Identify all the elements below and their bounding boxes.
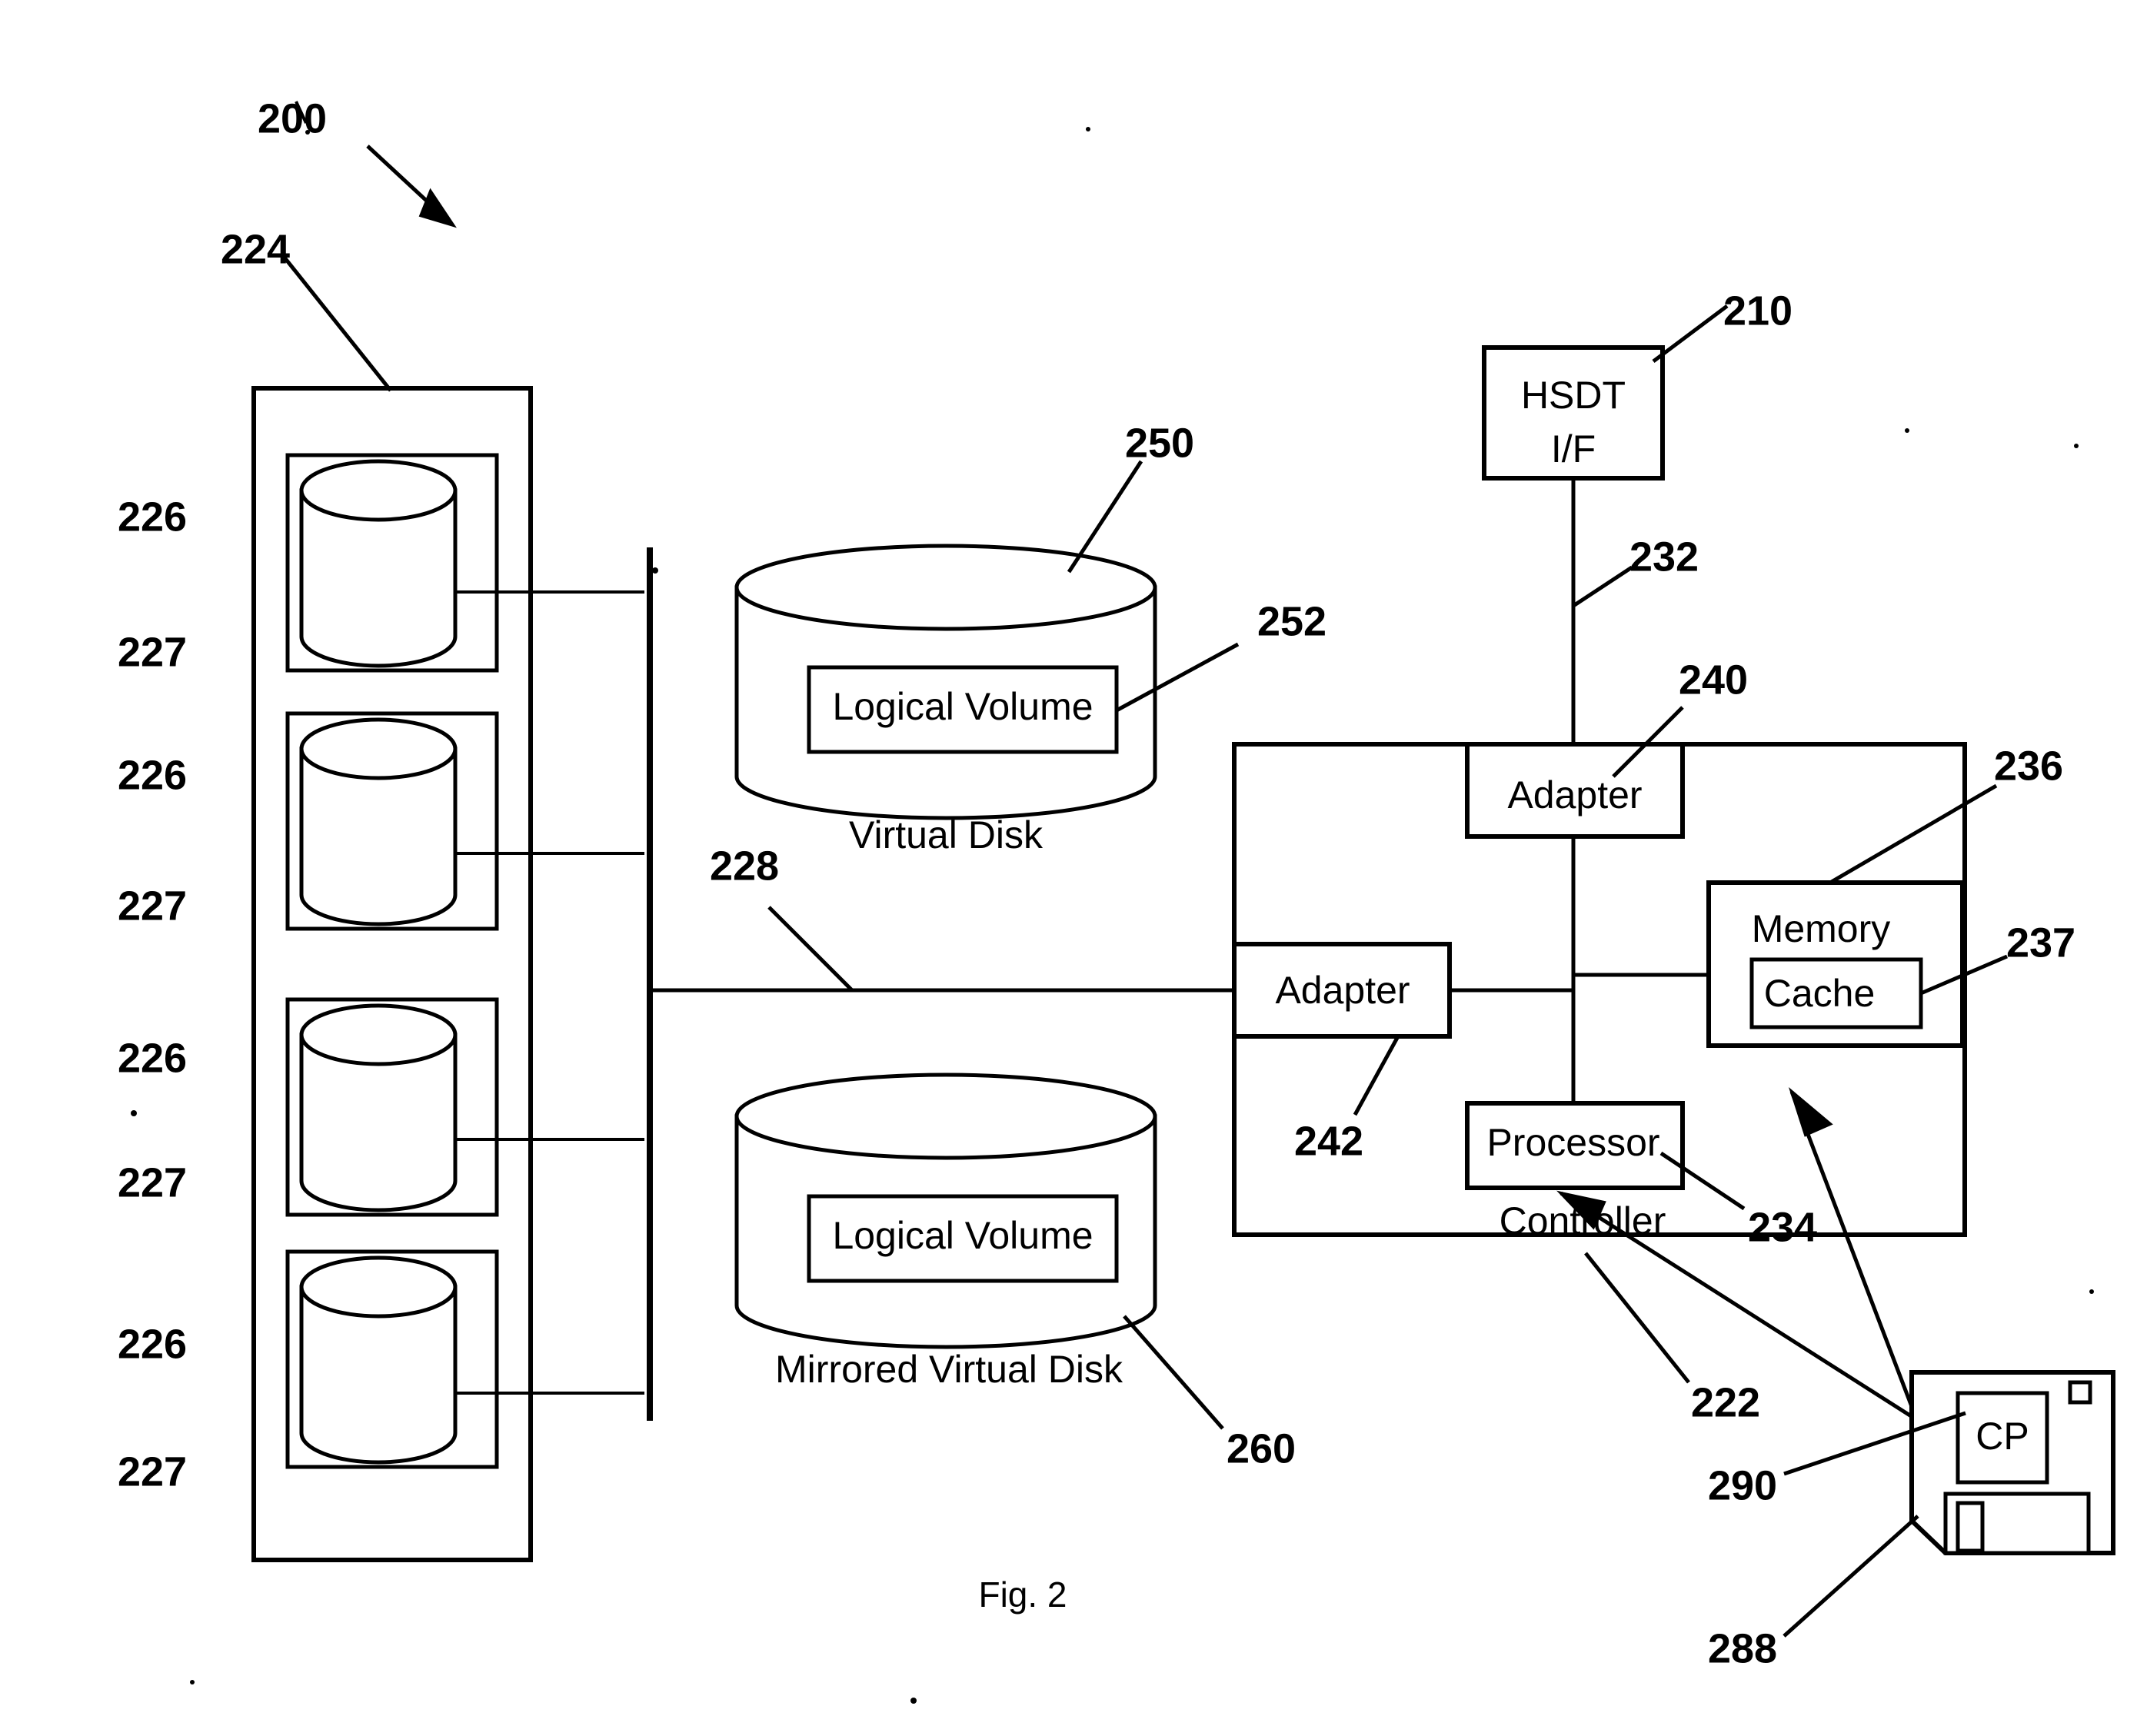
memory-label: Memory	[1752, 907, 1891, 950]
ref-236: 236	[1994, 743, 2063, 789]
cp-label: CP	[1976, 1415, 2029, 1458]
hsdt-label-line2: I/F	[1551, 427, 1596, 471]
scan-speck	[305, 130, 310, 135]
figure-2-diagram: 200 224 226 227 226 227 226 227 226 227 …	[118, 95, 2115, 1704]
storage-medium-floppy	[1782, 1370, 2115, 1638]
write-protect-tab-icon	[2068, 1380, 2092, 1405]
cache-label: Cache	[1764, 972, 1876, 1015]
processor-label: Processor	[1486, 1121, 1659, 1164]
scan-speck	[1086, 127, 1090, 131]
disk-drive-2	[299, 717, 458, 926]
controller-label: Controller	[1500, 1199, 1666, 1242]
disk-slot-4	[285, 1249, 644, 1469]
shutter-slot	[1956, 1501, 1985, 1553]
ref-252: 252	[1257, 598, 1326, 644]
ref-234: 234	[1748, 1204, 1817, 1250]
ref-226-1: 226	[118, 494, 187, 540]
ref-227-4: 227	[118, 1448, 187, 1495]
virtual-disk	[734, 460, 1240, 820]
ref-242: 242	[1294, 1118, 1363, 1164]
mirrored-virtual-disk-label: Mirrored Virtual Disk	[775, 1348, 1123, 1391]
ref-226-4: 226	[118, 1321, 187, 1367]
scan-speck	[652, 567, 658, 574]
ref-227-2: 227	[118, 883, 187, 929]
ref-210: 210	[1723, 288, 1792, 334]
disk-drive-4	[299, 1255, 458, 1465]
scan-speck	[131, 1110, 137, 1116]
virtual-disk-label: Virtual Disk	[849, 813, 1044, 856]
patent-figure-canvas: 200 224 226 227 226 227 226 227 226 227 …	[0, 0, 2137, 1736]
ref-226-2: 226	[118, 752, 187, 798]
logical-volume-label-virtual: Logical Volume	[832, 685, 1093, 728]
ref-288: 288	[1708, 1625, 1777, 1671]
controller-leader	[1584, 1252, 1690, 1384]
ref-228: 228	[710, 843, 779, 889]
ref-227-3: 227	[118, 1159, 187, 1206]
scan-speck	[190, 1680, 195, 1684]
ref-290: 290	[1708, 1462, 1777, 1508]
scan-speck	[2089, 1289, 2094, 1294]
disk-slot-1	[285, 453, 644, 673]
ref-260: 260	[1227, 1425, 1296, 1472]
ref-222: 222	[1691, 1379, 1760, 1425]
logical-volume-label-mirrored: Logical Volume	[832, 1214, 1093, 1257]
ref-240: 240	[1679, 657, 1748, 703]
ref-250: 250	[1125, 420, 1194, 466]
ref-227-1: 227	[118, 629, 187, 675]
disk-slot-2	[285, 711, 644, 931]
figure-caption: Fig. 2	[978, 1575, 1067, 1615]
host-adapter-label: Adapter	[1507, 773, 1642, 816]
ref-224: 224	[221, 226, 290, 272]
disk-slot-3	[285, 997, 644, 1217]
ref-237: 237	[2006, 920, 2075, 966]
scan-speck	[1905, 428, 1909, 433]
ref-200: 200	[258, 95, 327, 141]
scan-speck	[910, 1698, 917, 1704]
ref-226-3: 226	[118, 1035, 187, 1081]
disk-drive-1	[299, 459, 458, 668]
hsdt-label-line1: HSDT	[1521, 374, 1626, 417]
disk-drive-3	[299, 1003, 458, 1212]
device-adapter-label: Adapter	[1275, 969, 1410, 1012]
ref-232: 232	[1629, 534, 1699, 580]
scan-speck	[2074, 444, 2079, 448]
